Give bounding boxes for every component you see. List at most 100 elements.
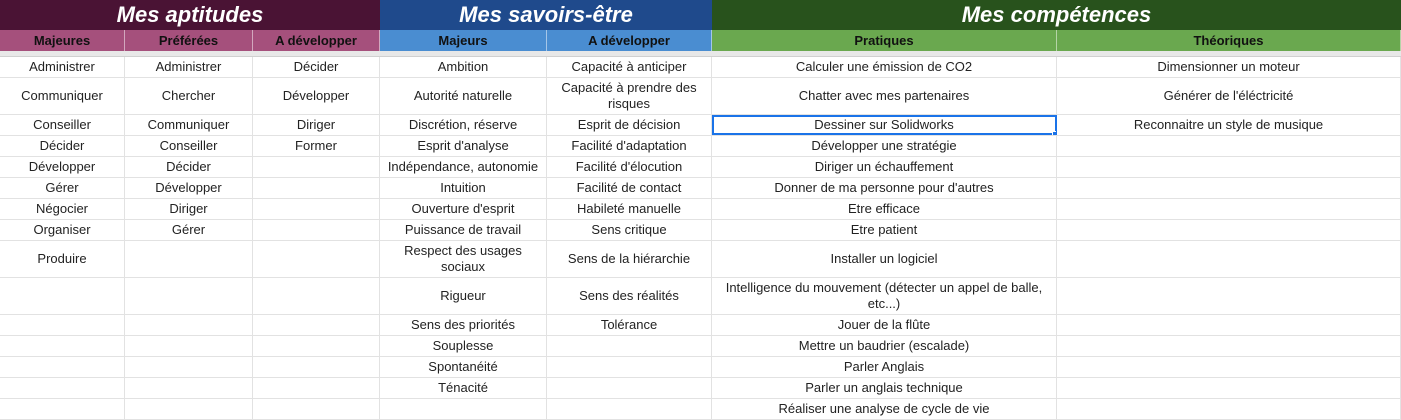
cell-apt-majeures[interactable]: Conseiller (0, 115, 125, 135)
cell-apt-majeures[interactable]: Négocier (0, 199, 125, 219)
cell-sav-majeurs[interactable] (380, 399, 547, 419)
cell-comp-theoriques[interactable] (1057, 241, 1401, 277)
cell-comp-theoriques[interactable]: Dimensionner un moteur (1057, 57, 1401, 77)
cell-sav-majeurs[interactable]: Esprit d'analyse (380, 136, 547, 156)
cell-comp-theoriques[interactable] (1057, 278, 1401, 314)
cell-apt-preferees[interactable]: Décider (125, 157, 253, 177)
cell-sav-developper[interactable]: Facilité d'élocution (547, 157, 712, 177)
cell-sav-developper[interactable] (547, 336, 712, 356)
cell-apt-preferees[interactable] (125, 336, 253, 356)
cell-apt-preferees[interactable] (125, 278, 253, 314)
cell-apt-developper[interactable]: Diriger (253, 115, 380, 135)
group-header-savoirs-etre[interactable]: Mes savoirs-être (380, 0, 712, 30)
cell-comp-theoriques[interactable] (1057, 399, 1401, 419)
cell-comp-theoriques[interactable] (1057, 136, 1401, 156)
cell-comp-pratiques[interactable]: Diriger un échauffement (712, 157, 1057, 177)
cell-sav-majeurs[interactable]: Souplesse (380, 336, 547, 356)
cell-apt-developper[interactable] (253, 399, 380, 419)
cell-apt-preferees[interactable]: Administrer (125, 57, 253, 77)
cell-sav-developper[interactable]: Sens des réalités (547, 278, 712, 314)
cell-sav-developper[interactable]: Tolérance (547, 315, 712, 335)
cell-sav-developper[interactable] (547, 378, 712, 398)
cell-comp-pratiques[interactable]: Parler Anglais (712, 357, 1057, 377)
cell-sav-developper[interactable] (547, 399, 712, 419)
cell-apt-majeures[interactable]: Gérer (0, 178, 125, 198)
cell-comp-theoriques[interactable] (1057, 199, 1401, 219)
cell-apt-developper[interactable] (253, 378, 380, 398)
subheader-aptitudes-a-developper[interactable]: A développer (253, 30, 380, 51)
cell-apt-developper[interactable] (253, 336, 380, 356)
cell-apt-majeures[interactable] (0, 315, 125, 335)
cell-apt-majeures[interactable]: Décider (0, 136, 125, 156)
cell-comp-pratiques[interactable]: Chatter avec mes partenaires (712, 78, 1057, 114)
cell-apt-preferees[interactable] (125, 315, 253, 335)
cell-sav-majeurs[interactable]: Autorité naturelle (380, 78, 547, 114)
cell-apt-developper[interactable] (253, 157, 380, 177)
cell-comp-theoriques[interactable] (1057, 336, 1401, 356)
cell-apt-developper[interactable] (253, 357, 380, 377)
cell-comp-pratiques[interactable]: Etre patient (712, 220, 1057, 240)
cell-sav-majeurs[interactable]: Sens des priorités (380, 315, 547, 335)
cell-apt-majeures[interactable]: Administrer (0, 57, 125, 77)
cell-comp-pratiques[interactable]: Développer une stratégie (712, 136, 1057, 156)
cell-sav-developper[interactable]: Habileté manuelle (547, 199, 712, 219)
subheader-aptitudes-preferees[interactable]: Préférées (125, 30, 253, 51)
cell-comp-pratiques[interactable]: Parler un anglais technique (712, 378, 1057, 398)
cell-apt-majeures[interactable] (0, 378, 125, 398)
subheader-aptitudes-majeures[interactable]: Majeures (0, 30, 125, 51)
cell-sav-majeurs[interactable]: Ambition (380, 57, 547, 77)
cell-apt-preferees[interactable] (125, 357, 253, 377)
cell-comp-theoriques[interactable]: Reconnaitre un style de musique (1057, 115, 1401, 135)
cell-sav-majeurs[interactable]: Discrétion, réserve (380, 115, 547, 135)
cell-sav-developper[interactable]: Capacité à anticiper (547, 57, 712, 77)
fill-handle[interactable] (1052, 131, 1056, 135)
cell-sav-majeurs[interactable]: Ténacité (380, 378, 547, 398)
cell-apt-majeures[interactable]: Produire (0, 241, 125, 277)
cell-comp-theoriques[interactable] (1057, 220, 1401, 240)
cell-sav-majeurs[interactable]: Puissance de travail (380, 220, 547, 240)
cell-comp-theoriques[interactable]: Générer de l'éléctricité (1057, 78, 1401, 114)
cell-apt-preferees[interactable]: Développer (125, 178, 253, 198)
cell-apt-preferees[interactable]: Communiquer (125, 115, 253, 135)
cell-apt-developper[interactable]: Former (253, 136, 380, 156)
cell-comp-pratiques[interactable]: Donner de ma personne pour d'autres (712, 178, 1057, 198)
cell-apt-majeures[interactable] (0, 278, 125, 314)
cell-apt-developper[interactable]: Décider (253, 57, 380, 77)
cell-apt-majeures[interactable]: Communiquer (0, 78, 125, 114)
cell-sav-developper[interactable]: Facilité d'adaptation (547, 136, 712, 156)
cell-comp-theoriques[interactable] (1057, 315, 1401, 335)
cell-sav-developper[interactable]: Sens critique (547, 220, 712, 240)
cell-apt-preferees[interactable]: Chercher (125, 78, 253, 114)
cell-comp-pratiques[interactable]: Jouer de la flûte (712, 315, 1057, 335)
cell-apt-developper[interactable] (253, 220, 380, 240)
cell-comp-pratiques[interactable]: Installer un logiciel (712, 241, 1057, 277)
cell-apt-majeures[interactable] (0, 336, 125, 356)
cell-apt-majeures[interactable]: Développer (0, 157, 125, 177)
cell-sav-developper[interactable]: Sens de la hiérarchie (547, 241, 712, 277)
cell-comp-theoriques[interactable] (1057, 157, 1401, 177)
cell-sav-majeurs[interactable]: Ouverture d'esprit (380, 199, 547, 219)
cell-sav-majeurs[interactable]: Rigueur (380, 278, 547, 314)
cell-comp-pratiques[interactable]: Etre efficace (712, 199, 1057, 219)
cell-apt-preferees[interactable] (125, 241, 253, 277)
cell-apt-preferees[interactable]: Gérer (125, 220, 253, 240)
group-header-competences[interactable]: Mes compétences (712, 0, 1401, 30)
cell-apt-preferees[interactable] (125, 399, 253, 419)
cell-comp-theoriques[interactable] (1057, 357, 1401, 377)
cell-comp-pratiques[interactable]: Réaliser une analyse de cycle de vie (712, 399, 1057, 419)
cell-apt-preferees[interactable] (125, 378, 253, 398)
cell-apt-majeures[interactable]: Organiser (0, 220, 125, 240)
cell-apt-developper[interactable] (253, 199, 380, 219)
cell-sav-developper[interactable]: Facilité de contact (547, 178, 712, 198)
cell-apt-developper[interactable]: Développer (253, 78, 380, 114)
cell-sav-developper[interactable] (547, 357, 712, 377)
subheader-savoirs-a-developper[interactable]: A développer (547, 30, 712, 51)
cell-sav-majeurs[interactable]: Spontanéité (380, 357, 547, 377)
cell-apt-preferees[interactable]: Diriger (125, 199, 253, 219)
cell-apt-majeures[interactable] (0, 357, 125, 377)
cell-comp-pratiques[interactable]: Intelligence du mouvement (détecter un a… (712, 278, 1057, 314)
subheader-savoirs-majeurs[interactable]: Majeurs (380, 30, 547, 51)
cell-sav-majeurs[interactable]: Indépendance, autonomie (380, 157, 547, 177)
cell-apt-developper[interactable] (253, 178, 380, 198)
cell-comp-pratiques[interactable]: Mettre un baudrier (escalade) (712, 336, 1057, 356)
